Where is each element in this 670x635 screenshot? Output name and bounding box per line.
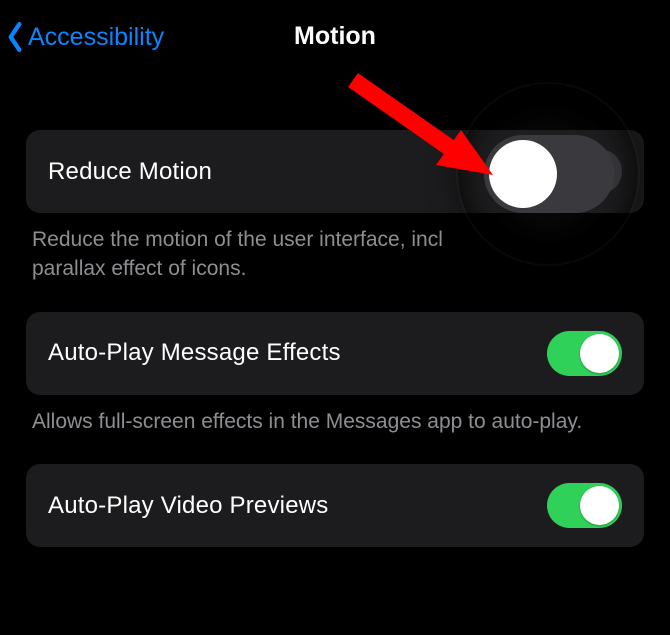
toggle-knob [580, 486, 619, 525]
toggle-autoplay-message-effects[interactable] [547, 331, 622, 376]
setting-description: Allows full-screen effects in the Messag… [26, 395, 644, 436]
setting-description: Reduce the motion of the user interface,… [26, 213, 644, 284]
toggle-reduce-motion[interactable] [547, 149, 622, 194]
setting-label: Reduce Motion [48, 158, 212, 186]
nav-header: Accessibility Motion [0, 0, 670, 60]
back-label: Accessibility [28, 23, 164, 52]
setting-label: Auto-Play Message Effects [48, 339, 341, 367]
desc-line: Reduce the motion of the user interface,… [32, 228, 443, 251]
back-button[interactable]: Accessibility [4, 22, 164, 52]
desc-line: parallax effect of icons. [32, 257, 246, 280]
setting-group-autoplay-video-previews: Auto-Play Video Previews [26, 464, 644, 547]
toggle-autoplay-video-previews[interactable] [547, 483, 622, 528]
chevron-left-icon [4, 22, 26, 52]
setting-row-autoplay-video-previews: Auto-Play Video Previews [26, 464, 644, 547]
setting-label: Auto-Play Video Previews [48, 492, 329, 520]
setting-row-reduce-motion: Reduce Motion [26, 130, 644, 213]
setting-row-autoplay-message-effects: Auto-Play Message Effects [26, 312, 644, 395]
page-title: Motion [294, 22, 376, 51]
setting-group-autoplay-message-effects: Auto-Play Message Effects Allows full-sc… [26, 312, 644, 436]
toggle-knob [580, 334, 619, 373]
setting-group-reduce-motion: Reduce Motion Reduce the motion of the u… [26, 130, 644, 284]
toggle-knob [550, 152, 589, 191]
